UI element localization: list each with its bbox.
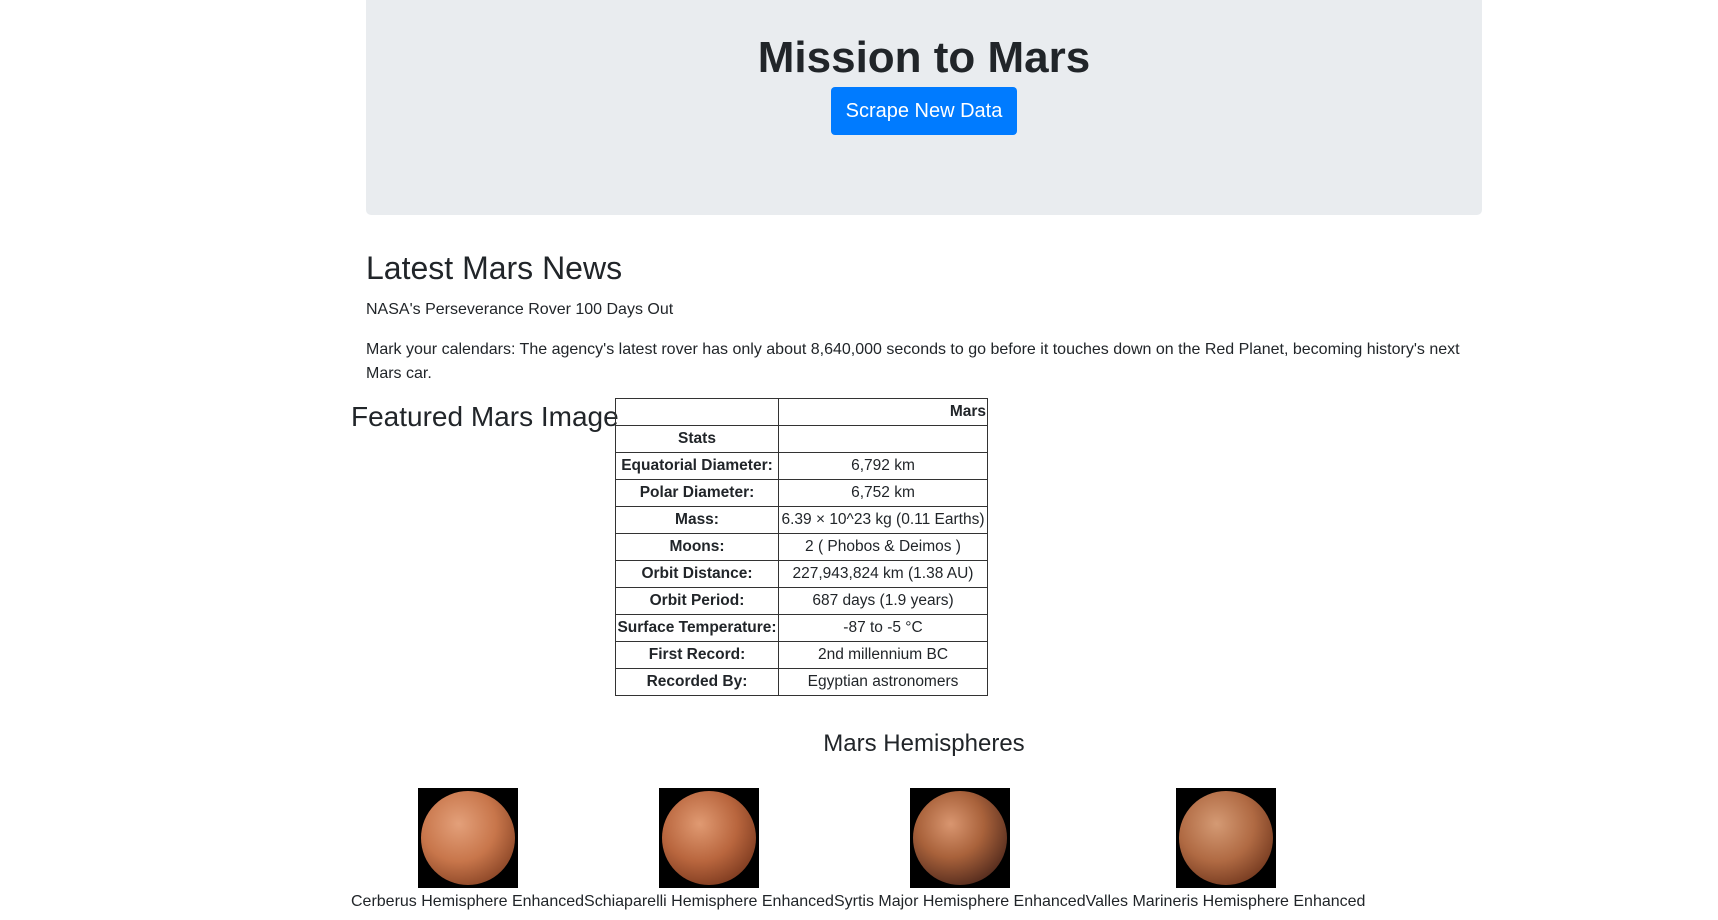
table-row: Polar Diameter: 6,752 km bbox=[615, 479, 988, 507]
fact-label: Orbit Period: bbox=[615, 587, 779, 615]
fact-label: Mass: bbox=[615, 506, 779, 534]
fact-value: 2 ( Phobos & Deimos ) bbox=[778, 533, 988, 561]
hemisphere-card-schiaparelli: Schiaparelli Hemisphere Enhanced bbox=[584, 788, 834, 914]
hemisphere-image[interactable] bbox=[909, 788, 1010, 888]
hemispheres-list: Cerberus Hemisphere Enhanced Schiaparell… bbox=[351, 788, 1365, 914]
hemisphere-image[interactable] bbox=[658, 788, 759, 888]
mars-facts-table: Mars Stats Equatorial Diameter: 6,792 km… bbox=[615, 398, 988, 696]
fact-label: Polar Diameter: bbox=[615, 479, 779, 507]
hemisphere-image[interactable] bbox=[1175, 788, 1276, 888]
jumbotron: Mission to Mars Scrape New Data bbox=[366, 0, 1482, 215]
hemispheres-title: Mars Hemispheres bbox=[823, 730, 1025, 757]
news-section-title: Latest Mars News bbox=[366, 250, 623, 286]
fact-value: 6,792 km bbox=[778, 452, 988, 480]
fact-label: First Record: bbox=[615, 641, 779, 669]
hemisphere-image[interactable] bbox=[417, 788, 518, 888]
fact-value: -87 to -5 °C bbox=[778, 614, 988, 642]
news-teaser: Mark your calendars: The agency's latest… bbox=[366, 341, 1460, 382]
table-stats-label: Stats bbox=[615, 425, 779, 453]
hemisphere-caption: Syrtis Major Hemisphere Enhanced bbox=[833, 893, 1086, 910]
table-row: Orbit Distance: 227,943,824 km (1.38 AU) bbox=[615, 560, 988, 588]
fact-value: 227,943,824 km (1.38 AU) bbox=[778, 560, 988, 588]
table-row: Recorded By: Egyptian astronomers bbox=[615, 668, 988, 696]
table-row: First Record: 2nd millennium BC bbox=[615, 641, 988, 669]
table-header-mars: Mars bbox=[778, 398, 988, 426]
table-row: Surface Temperature: -87 to -5 °C bbox=[615, 614, 988, 642]
table-stats-row: Stats bbox=[615, 425, 988, 453]
hemisphere-card-valles-marineris: Valles Marineris Hemisphere Enhanced bbox=[1085, 788, 1366, 914]
fact-value: 6.39 × 10^23 kg (0.11 Earths) bbox=[778, 506, 988, 534]
fact-label: Orbit Distance: bbox=[615, 560, 779, 588]
table-row: Equatorial Diameter: 6,792 km bbox=[615, 452, 988, 480]
featured-image-title: Featured Mars Image bbox=[351, 401, 619, 432]
table-header-row: Mars bbox=[615, 398, 988, 426]
fact-value: Egyptian astronomers bbox=[778, 668, 988, 696]
fact-label: Recorded By: bbox=[615, 668, 779, 696]
fact-value: 6,752 km bbox=[778, 479, 988, 507]
table-row: Mass: 6.39 × 10^23 kg (0.11 Earths) bbox=[615, 506, 988, 534]
hemisphere-caption: Cerberus Hemisphere Enhanced bbox=[351, 893, 585, 910]
news-section: Latest Mars News NASA's Perseverance Rov… bbox=[366, 246, 1482, 386]
hemisphere-card-cerberus: Cerberus Hemisphere Enhanced bbox=[351, 788, 584, 914]
scrape-new-data-button[interactable]: Scrape New Data bbox=[831, 87, 1017, 135]
news-headline: NASA's Perseverance Rover 100 Days Out bbox=[366, 301, 674, 318]
table-row: Moons: 2 ( Phobos & Deimos ) bbox=[615, 533, 988, 561]
table-row: Orbit Period: 687 days (1.9 years) bbox=[615, 587, 988, 615]
hemisphere-caption: Valles Marineris Hemisphere Enhanced bbox=[1085, 893, 1366, 910]
fact-label: Moons: bbox=[615, 533, 779, 561]
hemisphere-card-syrtis-major: Syrtis Major Hemisphere Enhanced bbox=[834, 788, 1086, 914]
fact-label: Surface Temperature: bbox=[615, 614, 779, 642]
fact-value: 2nd millennium BC bbox=[778, 641, 988, 669]
fact-value: 687 days (1.9 years) bbox=[778, 587, 988, 615]
table-header-empty bbox=[615, 398, 779, 426]
table-stats-empty bbox=[778, 425, 988, 453]
page-title: Mission to Mars bbox=[757, 33, 1091, 82]
hemisphere-caption: Schiaparelli Hemisphere Enhanced bbox=[584, 893, 834, 910]
fact-label: Equatorial Diameter: bbox=[615, 452, 779, 480]
